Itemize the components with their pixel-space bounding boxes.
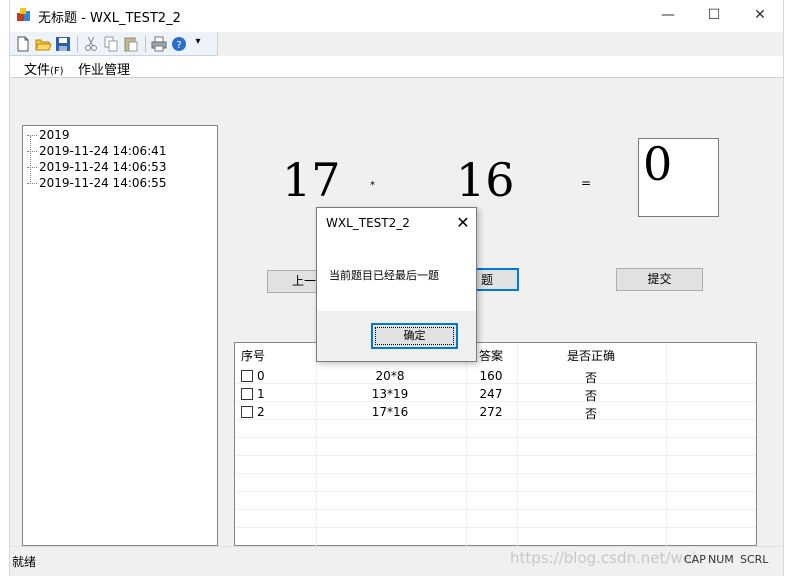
paste-icon[interactable] xyxy=(122,35,140,53)
tree-item[interactable]: 2019-11-24 14:06:41 xyxy=(27,144,166,158)
tree-root-label: 2019 xyxy=(39,128,70,142)
tree-item-label: 2019-11-24 14:06:41 xyxy=(39,144,167,158)
operand-2: 16 xyxy=(456,153,515,207)
row-answer: 160 xyxy=(479,369,503,383)
row-question: 17*16 xyxy=(371,405,409,419)
row-index: 1 xyxy=(257,387,265,401)
toolbar: ? ▾ xyxy=(10,32,218,56)
row-checkbox[interactable] xyxy=(241,388,253,400)
menu-file[interactable]: 文件(F) xyxy=(24,59,64,78)
watermark: https://blog.csdn.net/wei xyxy=(510,549,697,567)
tree-item[interactable]: 2019-11-24 14:06:53 xyxy=(27,160,166,174)
table-row[interactable]: 2 17*16 272 否 xyxy=(235,403,756,421)
row-divider xyxy=(235,473,756,474)
save-icon[interactable] xyxy=(54,35,72,53)
tree-item-label: 2019-11-24 14:06:53 xyxy=(39,160,167,174)
toolbar-separator xyxy=(77,36,78,52)
row-question: 13*19 xyxy=(371,387,409,401)
table-row[interactable]: 1 13*19 247 否 xyxy=(235,385,756,403)
toolbar-separator xyxy=(145,36,146,52)
row-checkbox[interactable] xyxy=(241,370,253,382)
background-window-strip-right xyxy=(783,0,792,576)
title-bar[interactable]: 无标题 - WXL_TEST2_2 — ☐ ✕ xyxy=(10,0,783,32)
new-file-icon[interactable] xyxy=(14,35,32,53)
row-answer: 247 xyxy=(479,387,503,401)
background-window-strip-left xyxy=(0,0,10,576)
row-correct: 否 xyxy=(584,371,597,385)
close-button[interactable]: ✕ xyxy=(737,0,783,30)
dialog-ok-button[interactable]: 确定 xyxy=(371,323,458,349)
status-text: 就绪 xyxy=(12,555,37,569)
app-icon xyxy=(17,8,30,21)
menu-file-accel: (F) xyxy=(50,66,64,77)
tree-root[interactable]: 2019 xyxy=(27,128,70,142)
menu-homework[interactable]: 作业管理 xyxy=(78,59,130,78)
row-divider xyxy=(235,437,756,438)
row-checkbox[interactable] xyxy=(241,406,253,418)
submit-button[interactable]: 提交 xyxy=(616,268,703,291)
menu-bar: 文件(F) 作业管理 xyxy=(10,56,783,78)
num-indicator: NUM xyxy=(708,553,734,566)
cut-icon[interactable] xyxy=(82,35,100,53)
row-question: 20*8 xyxy=(375,369,405,383)
tree-item[interactable]: 2019-11-24 14:06:55 xyxy=(27,176,166,190)
svg-text:?: ? xyxy=(176,40,181,51)
tree-item-label: 2019-11-24 14:06:55 xyxy=(39,176,167,190)
print-icon[interactable] xyxy=(150,35,168,53)
help-icon[interactable]: ? xyxy=(170,35,188,53)
message-dialog: WXL_TEST2_2 ✕ 当前题目已经最后一题 确定 xyxy=(316,207,477,362)
row-divider xyxy=(235,455,756,456)
row-divider xyxy=(235,527,756,528)
row-index: 0 xyxy=(257,369,265,383)
menu-file-label: 文件 xyxy=(24,63,51,78)
row-divider xyxy=(235,491,756,492)
table-row[interactable]: 0 20*8 160 否 xyxy=(235,367,756,385)
toolbar-overflow-icon[interactable]: ▾ xyxy=(192,36,204,47)
row-divider xyxy=(235,509,756,510)
cap-indicator: CAP xyxy=(684,553,706,566)
operator-sign: * xyxy=(370,180,375,191)
equals-sign: = xyxy=(581,176,592,190)
answer-value: 0 xyxy=(643,137,673,191)
dialog-title: WXL_TEST2_2 xyxy=(326,216,410,230)
operand-1: 17 xyxy=(282,153,341,207)
row-index: 2 xyxy=(257,405,265,419)
dialog-close-button[interactable]: ✕ xyxy=(453,212,473,234)
row-correct: 否 xyxy=(584,389,597,403)
results-list[interactable]: 序号 答案 是否正确 0 20*8 160 否 1 13*19 247 否 2 … xyxy=(234,342,757,547)
minimize-button[interactable]: — xyxy=(645,0,691,30)
column-header-correct[interactable]: 是否正确 xyxy=(567,347,615,364)
column-header-index[interactable]: 序号 xyxy=(241,347,265,364)
open-folder-icon[interactable] xyxy=(34,35,52,53)
row-answer: 272 xyxy=(479,405,503,419)
dialog-footer: 确定 xyxy=(317,311,476,361)
column-header-answer[interactable]: 答案 xyxy=(479,347,503,364)
window-title: 无标题 - WXL_TEST2_2 xyxy=(38,11,181,26)
dialog-message: 当前题目已经最后一题 xyxy=(329,269,439,282)
status-bar: 就绪 https://blog.csdn.net/wei CAP NUM SCR… xyxy=(10,546,783,576)
row-correct: 否 xyxy=(584,407,597,421)
scrl-indicator: SCRL xyxy=(740,553,769,566)
answer-input[interactable]: 0 xyxy=(638,137,719,217)
maximize-button[interactable]: ☐ xyxy=(691,0,737,30)
date-tree[interactable]: 2019 2019-11-24 14:06:41 2019-11-24 14:0… xyxy=(22,125,218,546)
copy-icon[interactable] xyxy=(102,35,120,53)
